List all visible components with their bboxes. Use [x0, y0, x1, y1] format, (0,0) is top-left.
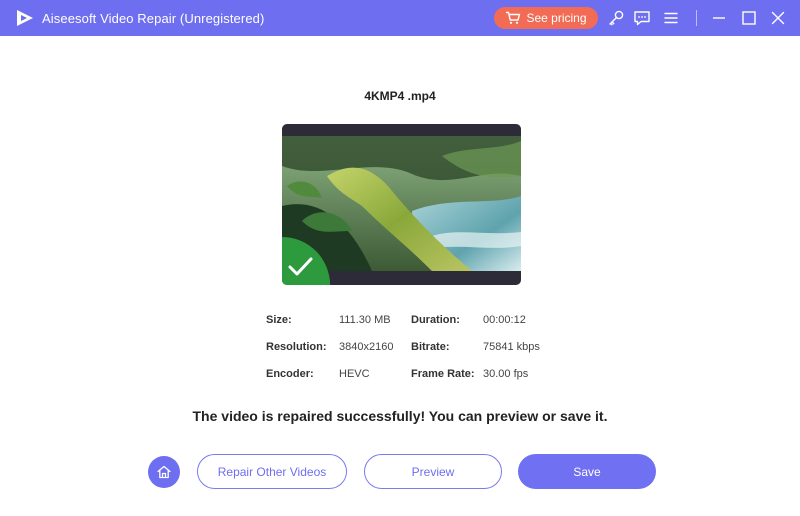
toolbar-divider: [696, 10, 697, 26]
title-bar: Aiseesoft Video Repair (Unregistered) Se…: [0, 0, 800, 36]
minimize-icon[interactable]: [710, 9, 728, 27]
home-button[interactable]: [148, 456, 180, 488]
video-preview: [282, 124, 521, 285]
menu-icon[interactable]: [662, 9, 680, 27]
size-value: 111.30 MB: [339, 314, 391, 326]
close-icon[interactable]: [769, 9, 787, 27]
home-icon: [157, 465, 171, 479]
encoder-label: Encoder:: [266, 368, 314, 380]
preview-button[interactable]: Preview: [364, 454, 502, 489]
key-icon[interactable]: [607, 9, 625, 27]
see-pricing-label: See pricing: [526, 11, 587, 25]
resolution-label: Resolution:: [266, 341, 327, 353]
window-title: Aiseesoft Video Repair (Unregistered): [42, 11, 265, 26]
maximize-icon[interactable]: [740, 9, 758, 27]
cart-icon: [506, 11, 521, 24]
repair-other-videos-button[interactable]: Repair Other Videos: [197, 454, 347, 489]
size-label: Size:: [266, 314, 292, 326]
success-message: The video is repaired successfully! You …: [192, 408, 608, 424]
duration-value: 00:00:12: [483, 314, 526, 326]
framerate-value: 30.00 fps: [483, 368, 529, 380]
resolution-value: 3840x2160: [339, 341, 394, 353]
chat-icon[interactable]: [633, 9, 651, 27]
save-button[interactable]: Save: [518, 454, 656, 489]
play-logo-icon: [17, 10, 33, 26]
see-pricing-button[interactable]: See pricing: [494, 7, 598, 29]
repair-other-videos-label: Repair Other Videos: [217, 464, 327, 479]
preview-label: Preview: [411, 464, 455, 479]
bitrate-value: 75841 kbps: [483, 341, 540, 353]
checkmark-icon: [282, 237, 330, 285]
save-label: Save: [573, 464, 601, 479]
encoder-value: HEVC: [339, 368, 370, 380]
framerate-label: Frame Rate:: [411, 368, 475, 380]
file-name: 4KMP4 .mp4: [364, 89, 436, 103]
bitrate-label: Bitrate:: [411, 341, 450, 353]
duration-label: Duration:: [411, 314, 460, 326]
